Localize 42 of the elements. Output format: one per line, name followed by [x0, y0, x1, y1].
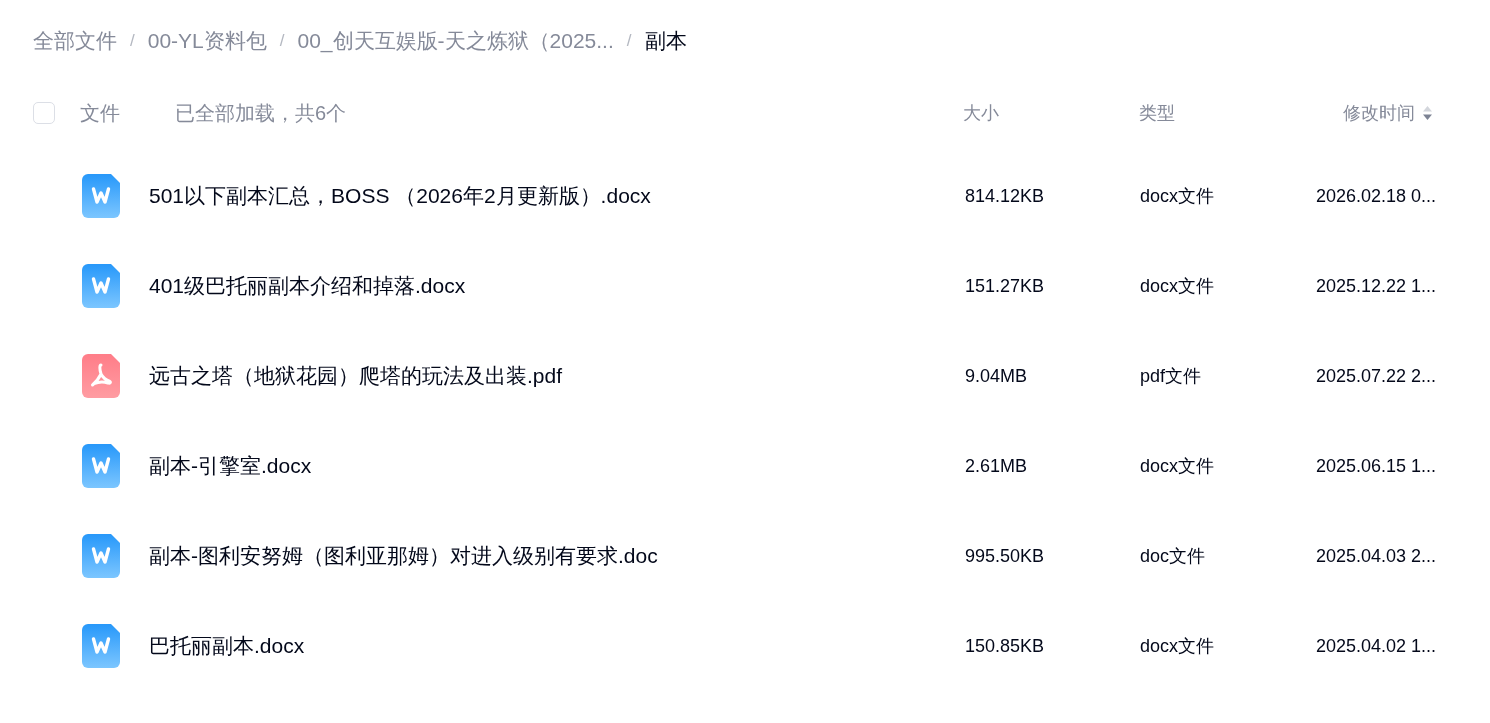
modified-date-text: 2025.06.15 1...: [1316, 454, 1437, 478]
word-document-icon: [82, 534, 120, 578]
file-size-text: 2.61MB: [965, 454, 1028, 478]
column-header[interactable]: 修改时间: [1343, 99, 1415, 127]
file-size-text: 814.12KB: [965, 184, 1045, 208]
file-type-text: pdf文件: [1140, 364, 1202, 388]
breadcrumb-separator: /: [626, 30, 632, 53]
load-status-text: 已全部加载，共6个: [175, 101, 347, 126]
file-name-link[interactable]: 巴托丽副本.docx: [149, 630, 305, 662]
modified-date-text: 2025.07.22 2...: [1316, 364, 1437, 388]
select-all-checkbox[interactable]: [33, 102, 55, 124]
file-name-link[interactable]: 副本-引擎室.docx: [149, 450, 312, 482]
file-size-text: 995.50KB: [965, 544, 1045, 568]
file-type-text: doc文件: [1140, 544, 1206, 568]
file-name-link[interactable]: 副本-图利安努姆（图利亚那姆）对进入级别有要求.doc: [149, 540, 658, 572]
file-type-text: docx文件: [1140, 454, 1215, 478]
sort-icon[interactable]: [1423, 106, 1432, 120]
word-document-icon: [82, 174, 120, 218]
file-size-text: 9.04MB: [965, 364, 1028, 388]
file-type-text: docx文件: [1140, 184, 1215, 208]
breadcrumb-link[interactable]: 副本: [644, 25, 687, 57]
column-header: 类型: [1139, 101, 1175, 125]
breadcrumb-separator: /: [279, 30, 285, 53]
modified-date-text: 2025.04.02 1...: [1316, 634, 1437, 658]
file-size-text: 150.85KB: [965, 634, 1045, 658]
column-header: 大小: [963, 101, 999, 125]
modified-date-text: 2025.12.22 1...: [1316, 274, 1437, 298]
modified-date-text: 2026.02.18 0...: [1316, 184, 1437, 208]
file-type-text: docx文件: [1140, 634, 1215, 658]
file-name-link[interactable]: 501以下副本汇总，BOSS （2026年2月更新版）.docx: [149, 180, 651, 212]
word-document-icon: [82, 624, 120, 668]
file-size-text: 151.27KB: [965, 274, 1045, 298]
pdf-document-icon: [82, 354, 120, 398]
word-document-icon: [82, 264, 120, 308]
file-name-link[interactable]: 401级巴托丽副本介绍和掉落.docx: [149, 270, 466, 302]
word-document-icon: [82, 444, 120, 488]
name-column-header: 文件: [80, 101, 120, 126]
file-name-link[interactable]: 远古之塔（地狱花园）爬塔的玩法及出装.pdf: [149, 360, 563, 392]
breadcrumb-separator: /: [130, 30, 135, 53]
breadcrumb-link[interactable]: 00_创天互娱版-天之炼狱（2025...: [297, 25, 614, 57]
file-type-text: docx文件: [1140, 274, 1215, 298]
modified-date-text: 2025.04.03 2...: [1316, 544, 1437, 568]
